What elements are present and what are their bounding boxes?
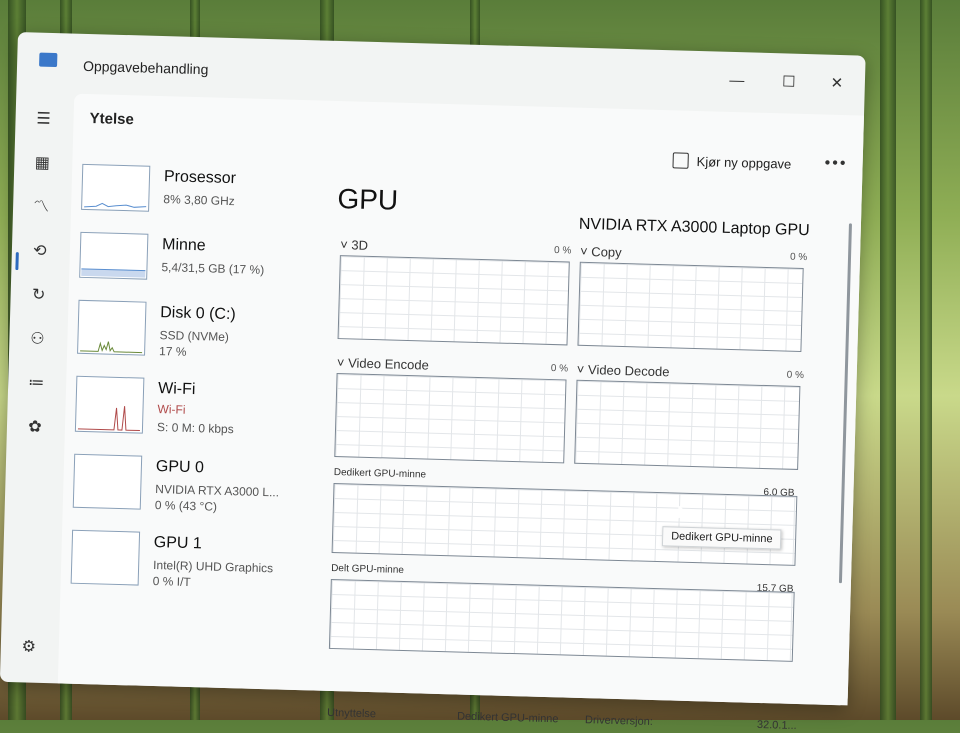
engine-label: Video Encode: [347, 355, 430, 373]
gpu-heading: GPU: [337, 182, 399, 216]
resource-item-disk[interactable]: Disk 0 (C:) SSD (NVMe) 17 %: [77, 299, 319, 375]
resource-detail: SSD (NVMe): [159, 328, 230, 345]
resource-item-memory[interactable]: Minne 5,4/31,5 GB (17 %): [79, 231, 321, 307]
window-title: Oppgavebehandling: [82, 57, 209, 78]
active-indicator: [15, 252, 19, 271]
engine-percent: 0 %: [553, 245, 572, 257]
chevron-down-icon: ˅: [336, 355, 345, 371]
memory-mini-graph: [81, 268, 146, 278]
maximize-button[interactable]: ☐: [769, 69, 810, 96]
task-manager-window: Oppgavebehandling — ☐ ✕ ☰ ▦ 〽 ⟲ ↻ ⚇ ≔ ✿ …: [0, 32, 866, 732]
settings-icon[interactable]: ⚙: [18, 636, 41, 659]
resource-title: GPU 0: [155, 458, 205, 477]
engine-video-encode-selector[interactable]: ˅ Video Encode: [337, 355, 429, 373]
close-button[interactable]: ✕: [817, 70, 858, 97]
resource-title: Prosessor: [163, 168, 237, 188]
page-title: Ytelse: [89, 110, 135, 129]
engine-percent: 0 %: [789, 251, 808, 264]
task-manager-icon: [39, 52, 58, 68]
resource-detail: 0 % I/T: [152, 573, 191, 590]
gpu0-thumbnail: [72, 453, 143, 510]
processor-thumbnail: [81, 163, 151, 212]
chevron-down-icon: ˅: [576, 361, 585, 377]
hover-tooltip: Dedikert GPU-minne: [661, 526, 782, 550]
details-icon[interactable]: ≔: [25, 372, 48, 395]
startup-icon[interactable]: ↻: [27, 284, 50, 307]
processor-mini-graph: [84, 202, 147, 208]
resource-detail: 5,4/31,5 GB (17 %): [161, 260, 265, 277]
resource-detail: 17 %: [158, 344, 187, 359]
app-history-icon[interactable]: ⟲: [29, 240, 52, 263]
resource-item-processor[interactable]: Prosessor 8% 3,80 GHz: [80, 163, 322, 239]
gpu1-thumbnail: [70, 529, 141, 586]
resource-detail: 0 % (43 °C): [154, 498, 218, 514]
performance-panel: Ytelse Kjør ny oppgave ••• Prosessor 8% …: [57, 93, 864, 732]
dedicated-memory-graph: [331, 482, 798, 566]
memory-thumbnail: [79, 231, 149, 280]
chevron-down-icon: ˅: [579, 243, 588, 259]
engine-percent: 0 %: [786, 369, 805, 382]
resource-title: Disk 0 (C:): [159, 304, 236, 324]
menu-icon[interactable]: ☰: [32, 108, 55, 131]
users-icon[interactable]: ⚇: [26, 328, 49, 351]
footer-utilization-label: Utnyttelse: [326, 706, 377, 721]
dedicated-memory-label: Dedikert GPU-minne: [333, 466, 427, 481]
engine-percent: 0 %: [550, 363, 569, 375]
engine-video-decode-selector[interactable]: ˅ Video Decode: [577, 362, 670, 380]
chevron-down-icon: ˅: [339, 237, 348, 253]
engine-3d-graph: [337, 255, 570, 346]
engine-copy-graph: [577, 261, 804, 352]
resource-detail: Wi-Fi: [157, 402, 186, 417]
minimize-button[interactable]: —: [717, 68, 758, 95]
more-options-button[interactable]: •••: [824, 155, 847, 174]
footer-dedicated-label: Dedikert GPU-minne: [456, 710, 559, 726]
resource-item-gpu0[interactable]: GPU 0 NVIDIA RTX A3000 L... 0 % (43 °C): [72, 453, 314, 529]
wifi-mini-graph: [77, 406, 140, 432]
resource-title: GPU 1: [153, 533, 203, 553]
engine-video-encode-graph: [334, 373, 567, 464]
disk-thumbnail: [77, 299, 147, 356]
footer-driver-label: Driverversjon:: [584, 714, 654, 728]
footer-driver-value: 32.0.1...: [756, 718, 797, 733]
services-icon[interactable]: ✿: [24, 416, 47, 439]
run-task-label: Kjør ny oppgave: [696, 154, 792, 172]
engine-label: 3D: [351, 237, 369, 253]
resource-item-gpu1[interactable]: GPU 1 Intel(R) UHD Graphics 0 % I/T: [70, 529, 312, 605]
resource-detail: NVIDIA RTX A3000 L...: [155, 482, 280, 500]
resource-list: Prosessor 8% 3,80 GHz Minne 5,4/31,5 GB …: [70, 163, 322, 589]
run-new-task-button[interactable]: Kjør ny oppgave: [672, 152, 792, 172]
shared-memory-graph: [328, 578, 795, 662]
resource-detail: 8% 3,80 GHz: [163, 192, 235, 209]
resource-title: Wi-Fi: [157, 380, 196, 399]
engine-copy-selector[interactable]: ˅ Copy: [580, 244, 622, 260]
engine-3d-selector[interactable]: ˅ 3D: [340, 237, 368, 253]
shared-memory-label: Delt GPU-minne: [330, 562, 405, 576]
run-task-icon: [672, 152, 689, 169]
vertical-scrollbar[interactable]: [838, 223, 852, 584]
engine-video-decode-graph: [574, 379, 801, 470]
resource-detail: Intel(R) UHD Graphics: [152, 557, 274, 576]
engine-label: Video Decode: [587, 362, 670, 380]
engine-label: Copy: [591, 244, 622, 260]
disk-mini-graph: [80, 341, 143, 354]
resource-item-wifi[interactable]: Wi-Fi Wi-Fi S: 0 M: 0 kbps: [74, 375, 317, 451]
resource-title: Minne: [161, 236, 206, 255]
processes-icon[interactable]: ▦: [31, 152, 54, 175]
gpu-model-name: NVIDIA RTX A3000 Laptop GPU: [578, 215, 810, 240]
wifi-thumbnail: [74, 375, 145, 434]
performance-icon[interactable]: 〽: [30, 196, 53, 219]
resource-detail: S: 0 M: 0 kbps: [156, 420, 234, 437]
